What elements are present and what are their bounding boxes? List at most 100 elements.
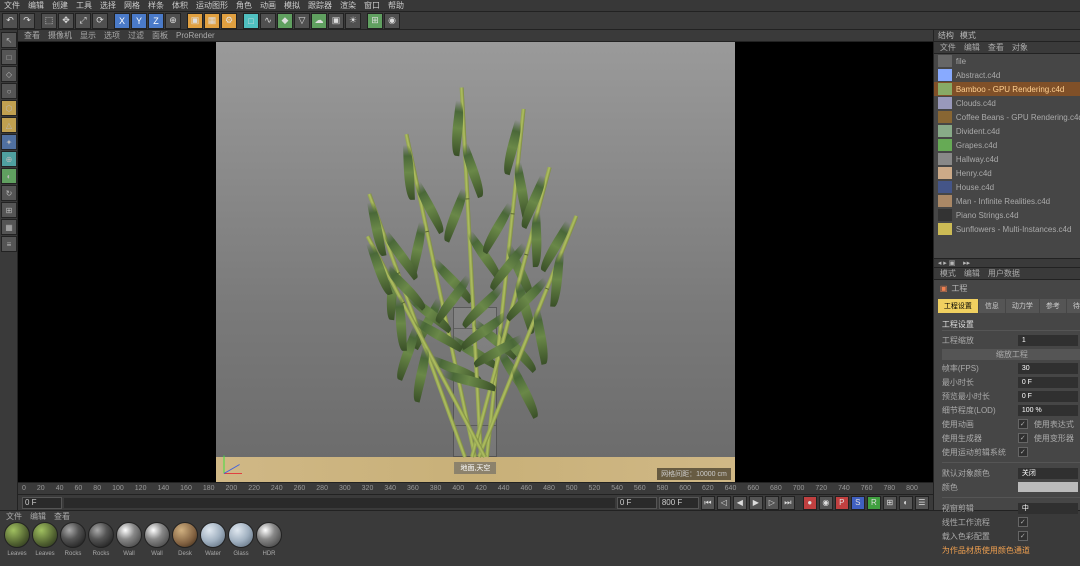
inp-min[interactable]: [1018, 377, 1078, 388]
file-row[interactable]: Bamboo - GPU Rendering.c4d: [934, 82, 1080, 96]
redo-button[interactable]: ↷: [19, 13, 35, 29]
menu-13[interactable]: 渲染: [340, 0, 356, 11]
chk-anim[interactable]: ✓: [1018, 419, 1028, 429]
play-button[interactable]: ▶: [749, 496, 763, 510]
timeline-ruler[interactable]: 0204060801001201401601802002202402602803…: [18, 482, 933, 494]
material-Wall[interactable]: [144, 522, 170, 548]
step-back-button[interactable]: ◁: [717, 496, 731, 510]
cb-tab-object[interactable]: 对象: [1012, 42, 1028, 53]
attr-tab-0[interactable]: 工程设置: [938, 299, 978, 313]
scale-button[interactable]: ⤢: [75, 13, 91, 29]
vtab-6[interactable]: ProRender: [176, 31, 215, 40]
left-tool-1[interactable]: □: [1, 49, 17, 65]
frame-end-input[interactable]: [659, 497, 699, 509]
vtab-3[interactable]: 选项: [104, 30, 120, 41]
rotate-button[interactable]: ⟳: [92, 13, 108, 29]
step-fwd-button[interactable]: ▷: [765, 496, 779, 510]
key-param-button[interactable]: ⊞: [883, 496, 897, 510]
content-browser-list[interactable]: fileAbstract.c4dBamboo - GPU Rendering.c…: [934, 54, 1080, 258]
left-tool-11[interactable]: ▦: [1, 219, 17, 235]
btn-scale-project[interactable]: 缩放工程: [942, 349, 1080, 360]
rtab-mode[interactable]: 模式: [960, 30, 976, 41]
add-field-button[interactable]: ⊞: [367, 13, 383, 29]
left-tool-2[interactable]: ◇: [1, 66, 17, 82]
attr-tab-3[interactable]: 参考: [1040, 299, 1066, 313]
add-deformer-button[interactable]: ▽: [294, 13, 310, 29]
file-row[interactable]: Hallway.c4d: [934, 152, 1080, 166]
add-tag-button[interactable]: ◉: [384, 13, 400, 29]
key-scale-button[interactable]: S: [851, 496, 865, 510]
menu-3[interactable]: 工具: [76, 0, 92, 11]
timeline-scrub[interactable]: [64, 498, 615, 508]
left-tool-8[interactable]: ◐: [1, 168, 17, 184]
attr-tab-userdata[interactable]: 用户数据: [988, 268, 1020, 279]
vtab-1[interactable]: 摄像机: [48, 30, 72, 41]
cb-tab-file[interactable]: 文件: [940, 42, 956, 53]
left-tool-4[interactable]: ⬡: [1, 100, 17, 116]
attr-tab-1[interactable]: 信息: [979, 299, 1005, 313]
file-row[interactable]: Divident.c4d: [934, 124, 1080, 138]
add-generator-button[interactable]: ◆: [277, 13, 293, 29]
mat-tab-view[interactable]: 查看: [54, 511, 70, 522]
frame-current-input[interactable]: [617, 497, 657, 509]
attr-tab-mode[interactable]: 模式: [940, 268, 956, 279]
left-tool-3[interactable]: ○: [1, 83, 17, 99]
menu-15[interactable]: 帮助: [388, 0, 404, 11]
file-row[interactable]: Coffee Beans - GPU Rendering.c4d: [934, 110, 1080, 124]
material-Leaves[interactable]: [4, 522, 30, 548]
left-tool-12[interactable]: ≡: [1, 236, 17, 252]
menu-12[interactable]: 跟踪器: [308, 0, 332, 11]
material-Wall[interactable]: [116, 522, 142, 548]
add-light-button[interactable]: ☀: [345, 13, 361, 29]
autokey-button[interactable]: ◉: [819, 496, 833, 510]
cb-tab-edit[interactable]: 编辑: [964, 42, 980, 53]
left-tool-9[interactable]: ↻: [1, 185, 17, 201]
material-HDR[interactable]: [256, 522, 282, 548]
menu-9[interactable]: 角色: [236, 0, 252, 11]
menu-10[interactable]: 动画: [260, 0, 276, 11]
inp-fps[interactable]: [1018, 363, 1078, 374]
attr-tab-4[interactable]: 待办事项: [1067, 299, 1080, 313]
color-swatch[interactable]: [1018, 482, 1078, 492]
file-row[interactable]: Clouds.c4d: [934, 96, 1080, 110]
add-spline-button[interactable]: ∿: [260, 13, 276, 29]
file-row[interactable]: Sunflowers - Multi-Instances.c4d: [934, 222, 1080, 236]
vtab-4[interactable]: 过滤: [128, 30, 144, 41]
vtab-2[interactable]: 显示: [80, 30, 96, 41]
left-tool-5[interactable]: △: [1, 117, 17, 133]
play-back-button[interactable]: ◀: [733, 496, 747, 510]
mat-tab-edit[interactable]: 编辑: [30, 511, 46, 522]
add-camera-button[interactable]: ▣: [328, 13, 344, 29]
attr-tab-edit[interactable]: 编辑: [964, 268, 980, 279]
render-settings-button[interactable]: ⚙: [221, 13, 237, 29]
menu-5[interactable]: 网格: [124, 0, 140, 11]
left-tool-7[interactable]: ⊕: [1, 151, 17, 167]
material-Glass[interactable]: [228, 522, 254, 548]
menu-11[interactable]: 模拟: [284, 0, 300, 11]
material-Rocks[interactable]: [60, 522, 86, 548]
material-Desk[interactable]: [172, 522, 198, 548]
file-row[interactable]: Man - Infinite Realities.c4d: [934, 194, 1080, 208]
viewport[interactable]: 地面,天空 网格间距：10000 cm: [18, 42, 933, 482]
goto-end-button[interactable]: ⏭: [781, 496, 795, 510]
render-region-button[interactable]: ▦: [204, 13, 220, 29]
attr-tab-2[interactable]: 动力学: [1006, 299, 1039, 313]
menu-4[interactable]: 选择: [100, 0, 116, 11]
key-pos-button[interactable]: P: [835, 496, 849, 510]
material-row[interactable]: LeavesLeavesRocksRocksWallWallDeskWaterG…: [0, 522, 1080, 556]
file-row[interactable]: Abstract.c4d: [934, 68, 1080, 82]
goto-start-button[interactable]: ⏮: [701, 496, 715, 510]
menu-8[interactable]: 运动图形: [196, 0, 228, 11]
add-environment-button[interactable]: ☁: [311, 13, 327, 29]
render-button[interactable]: ▣: [187, 13, 203, 29]
viewport-render[interactable]: 地面,天空 网格间距：10000 cm: [216, 42, 735, 482]
material-Water[interactable]: [200, 522, 226, 548]
file-row[interactable]: Piano Strings.c4d: [934, 208, 1080, 222]
rtab-structure[interactable]: 结构: [938, 30, 954, 41]
menu-0[interactable]: 文件: [4, 0, 20, 11]
menu-14[interactable]: 窗口: [364, 0, 380, 11]
live-select-button[interactable]: ⬚: [41, 13, 57, 29]
key-pla-button[interactable]: ◐: [899, 496, 913, 510]
move-button[interactable]: ✥: [58, 13, 74, 29]
vtab-0[interactable]: 查看: [24, 30, 40, 41]
